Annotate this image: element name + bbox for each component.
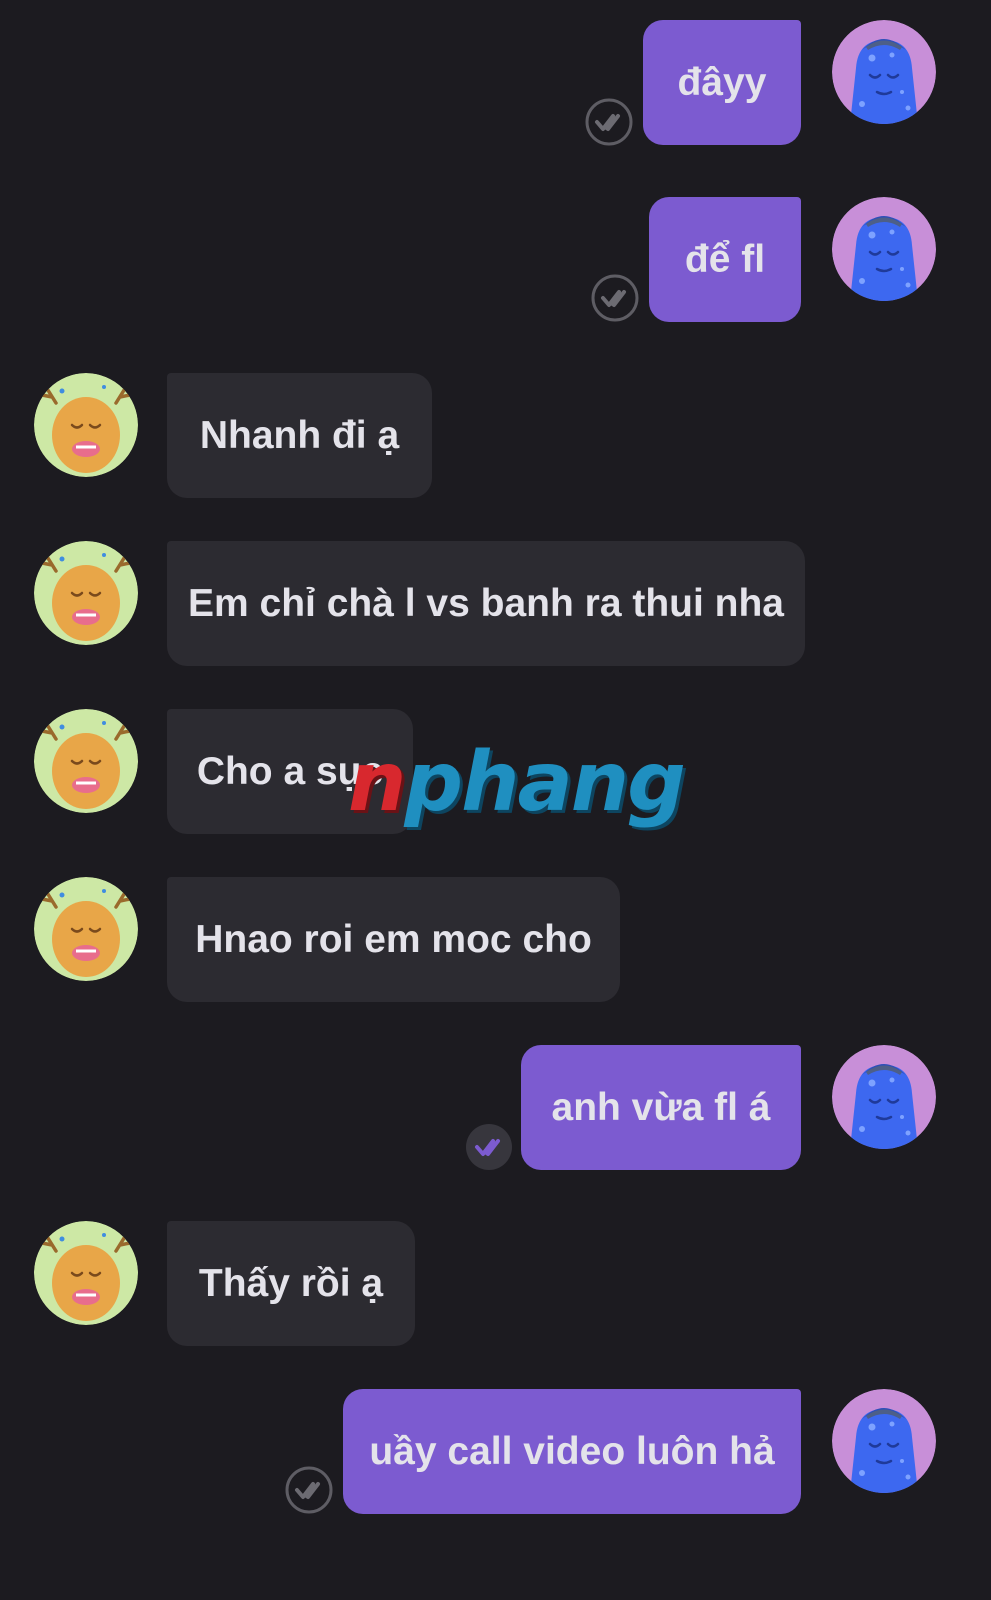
message-text: anh vừa fl á bbox=[551, 1085, 771, 1129]
blue-character-avatar-icon[interactable] bbox=[832, 197, 936, 301]
message-bubble[interactable]: để fl bbox=[649, 197, 801, 322]
orange-monster-avatar-icon[interactable] bbox=[34, 373, 138, 477]
message-text: uầy call video luôn hả bbox=[369, 1429, 775, 1473]
blue-character-avatar-icon[interactable] bbox=[832, 1389, 936, 1493]
orange-monster-avatar-icon[interactable] bbox=[34, 709, 138, 813]
message-bubble[interactable]: Hnao roi em moc cho bbox=[167, 877, 620, 1002]
message-bubble[interactable]: Thấy rồi ạ bbox=[167, 1221, 415, 1346]
message-bubble[interactable]: Nhanh đi ạ bbox=[167, 373, 432, 498]
double-check-icon bbox=[285, 1466, 333, 1514]
orange-monster-avatar-icon[interactable] bbox=[34, 541, 138, 645]
double-check-icon bbox=[465, 1123, 513, 1171]
orange-monster-avatar-icon[interactable] bbox=[34, 1221, 138, 1325]
orange-monster-avatar-icon[interactable] bbox=[34, 877, 138, 981]
message-bubble[interactable]: đâyy bbox=[643, 20, 801, 145]
watermark-logo: nphang bbox=[348, 742, 686, 824]
message-text: Nhanh đi ạ bbox=[199, 413, 400, 457]
message-text: Em chỉ chà l vs banh ra thui nha bbox=[188, 581, 784, 625]
watermark-first-letter: n bbox=[348, 735, 406, 830]
double-check-icon bbox=[591, 274, 639, 322]
message-text: Thấy rồi ạ bbox=[198, 1261, 384, 1305]
blue-character-avatar-icon[interactable] bbox=[832, 1045, 936, 1149]
message-bubble[interactable]: anh vừa fl á bbox=[521, 1045, 801, 1170]
message-bubble[interactable]: Em chỉ chà l vs banh ra thui nha bbox=[167, 541, 805, 666]
message-text: để fl bbox=[684, 237, 766, 281]
blue-character-avatar-icon[interactable] bbox=[832, 20, 936, 124]
watermark-rest: phang bbox=[404, 735, 685, 830]
message-bubble[interactable]: uầy call video luôn hả bbox=[343, 1389, 801, 1514]
double-check-icon bbox=[585, 98, 633, 146]
message-text: Hnao roi em moc cho bbox=[195, 917, 592, 961]
message-text: đâyy bbox=[677, 60, 767, 104]
